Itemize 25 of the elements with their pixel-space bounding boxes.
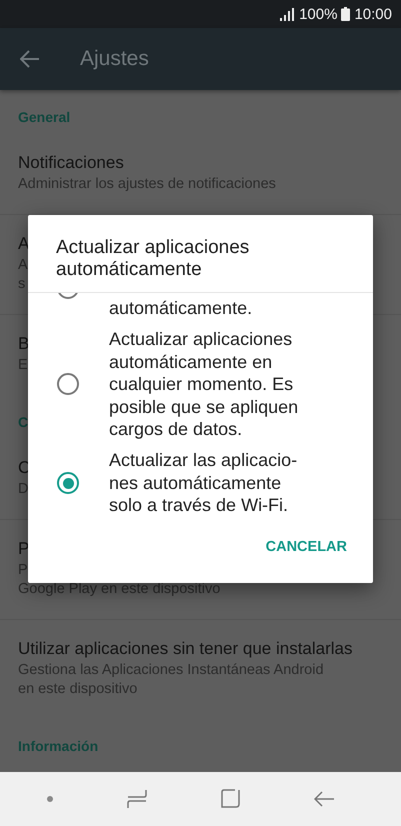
dialog-title: Actualizar aplicaciones automáticamente [28,215,373,293]
setting-title: Utilizar aplicaciones sin tener que instalarlas [18,638,352,660]
battery-level: 100% [299,6,338,22]
radio-button[interactable] [57,472,79,494]
dot-icon [47,796,53,802]
option-label[interactable]: Actualizar aplicaciones automáticamente en cualquier momento. Es posible que se apliquen cargos de datos. [109,328,298,440]
setting-title: A [18,233,30,255]
setting-title: Notificaciones [18,152,124,174]
section-header: General [18,108,70,126]
screen-title: Ajustes [80,47,149,71]
cancel-button[interactable]: CANCELAR [262,530,351,562]
home-icon[interactable] [221,789,240,809]
signal-icon [279,8,296,20]
battery-icon [341,7,350,21]
option-label[interactable]: Actualizar las aplicacio- nes automáticamente solo a través de Wi-Fi. [109,449,298,517]
back-arrow-icon[interactable] [20,50,40,68]
recent-apps-icon[interactable] [127,789,147,809]
setting-title: P [18,538,30,560]
setting-title: B [18,333,30,355]
section-header: C [18,413,28,431]
section-header: Información [18,737,98,755]
back-icon[interactable] [314,791,334,807]
radio-button[interactable] [57,373,79,396]
option-label[interactable]: automáticamente. [109,297,252,320]
clock: 10:00 [354,6,392,22]
